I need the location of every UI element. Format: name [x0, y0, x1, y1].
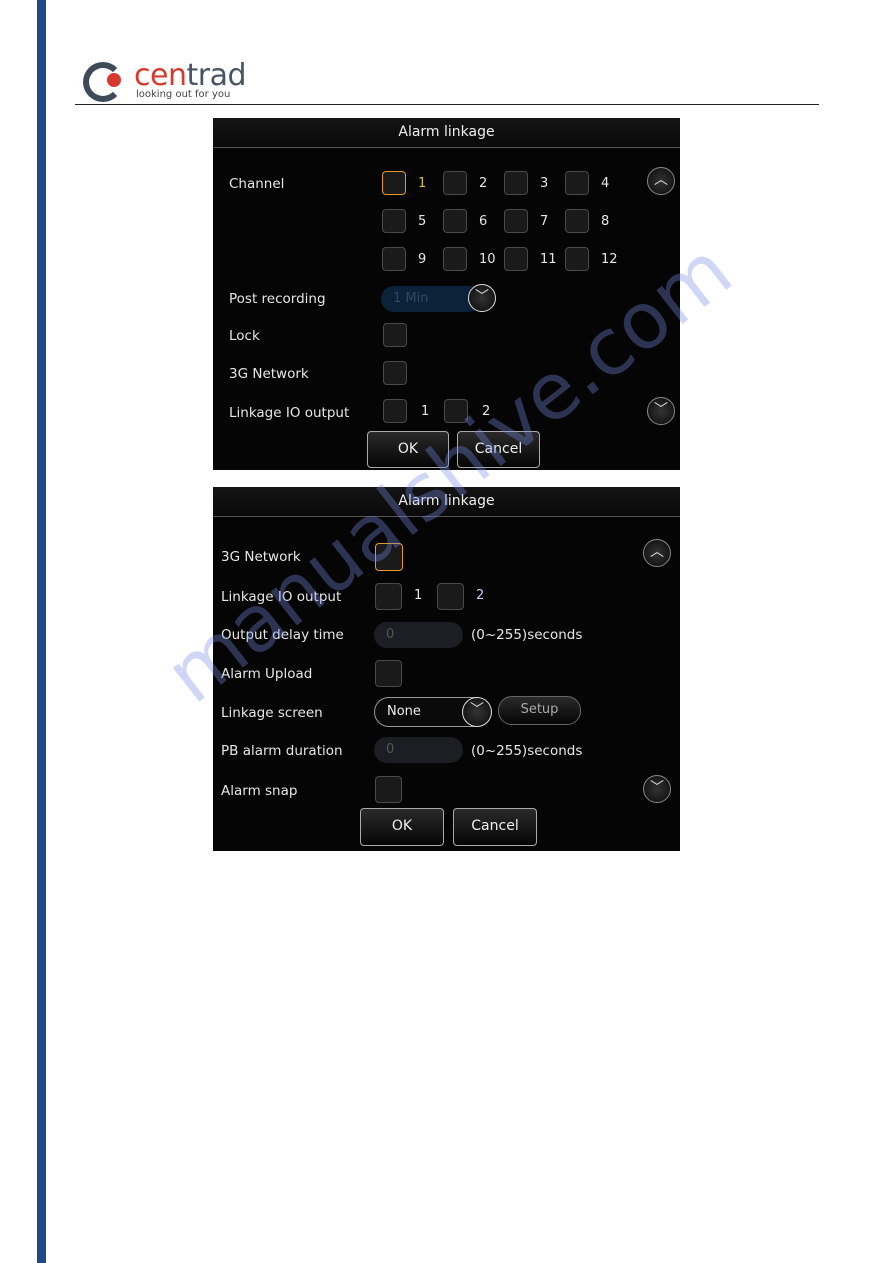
channel-5-checkbox[interactable]	[382, 209, 406, 233]
io-output-2-checkbox[interactable]	[437, 583, 464, 610]
linkage-screen-label: Linkage screen	[221, 705, 323, 721]
channel-10-checkbox[interactable]	[443, 247, 467, 271]
io-output-1-label: 1	[421, 404, 430, 419]
page-side-bar	[37, 0, 46, 1263]
pb-alarm-duration-input[interactable]: 0	[374, 737, 463, 763]
channel-3-label: 3	[540, 176, 549, 191]
channel-10-label: 10	[479, 252, 496, 267]
lock-checkbox[interactable]	[383, 323, 407, 347]
post-recording-select[interactable]: 1 Min	[381, 286, 481, 312]
channel-9-label: 9	[418, 252, 427, 267]
channel-12-checkbox[interactable]	[565, 247, 589, 271]
alarm-snap-label: Alarm snap	[221, 783, 298, 799]
channel-2-checkbox[interactable]	[443, 171, 467, 195]
io-output-2-label: 2	[476, 588, 485, 603]
dialog-title: Alarm linkage	[213, 118, 680, 148]
channel-2-label: 2	[479, 176, 488, 191]
channel-6-label: 6	[479, 214, 488, 229]
io-output-1-checkbox[interactable]	[375, 583, 402, 610]
channel-label: Channel	[229, 176, 285, 192]
3g-network-checkbox[interactable]	[383, 361, 407, 385]
alarm-snap-checkbox[interactable]	[375, 776, 402, 803]
output-delay-input[interactable]: 0	[374, 622, 463, 648]
channel-12-label: 12	[601, 252, 618, 267]
channel-4-label: 4	[601, 176, 610, 191]
channel-1-checkbox[interactable]	[382, 171, 406, 195]
output-delay-unit: (0~255)seconds	[471, 627, 583, 643]
chevron-down-icon[interactable]: ﹀	[462, 697, 492, 727]
ok-button[interactable]: OK	[360, 808, 444, 846]
logo-wordmark: centrad	[134, 58, 246, 93]
pb-alarm-duration-unit: (0~255)seconds	[471, 743, 583, 759]
io-output-1-checkbox[interactable]	[383, 399, 407, 423]
scroll-down-button[interactable]: ﹀	[643, 775, 671, 803]
channel-3-checkbox[interactable]	[504, 171, 528, 195]
channel-6-checkbox[interactable]	[443, 209, 467, 233]
cancel-button[interactable]: Cancel	[453, 808, 537, 846]
channel-4-checkbox[interactable]	[565, 171, 589, 195]
channel-11-checkbox[interactable]	[504, 247, 528, 271]
channel-9-checkbox[interactable]	[382, 247, 406, 271]
chevron-down-icon[interactable]: ﹀	[468, 284, 496, 312]
lock-label: Lock	[229, 328, 260, 344]
channel-1-label: 1	[418, 176, 427, 191]
pb-alarm-duration-label: PB alarm duration	[221, 743, 343, 759]
channel-8-label: 8	[601, 214, 610, 229]
scroll-up-button[interactable]: ︿	[647, 167, 675, 195]
3g-network-label: 3G Network	[229, 366, 309, 382]
header-rule	[75, 104, 819, 105]
logo-dot	[107, 73, 121, 87]
channel-11-label: 11	[540, 252, 557, 267]
scroll-down-button[interactable]: ﹀	[647, 397, 675, 425]
channel-5-label: 5	[418, 214, 427, 229]
setup-button[interactable]: Setup	[498, 696, 581, 725]
channel-7-checkbox[interactable]	[504, 209, 528, 233]
scroll-up-button[interactable]: ︿	[643, 539, 671, 567]
document-page: centrad looking out for you Alarm linkag…	[0, 0, 893, 1263]
post-recording-label: Post recording	[229, 291, 326, 307]
alarm-linkage-screen-2: Alarm linkage 3G Network ︿ Linkage IO ou…	[213, 487, 680, 851]
alarm-upload-checkbox[interactable]	[375, 660, 402, 687]
channel-7-label: 7	[540, 214, 549, 229]
io-output-1-label: 1	[414, 588, 423, 603]
logo-tagline: looking out for you	[136, 89, 231, 100]
linkage-io-label: Linkage IO output	[229, 405, 350, 421]
channel-8-checkbox[interactable]	[565, 209, 589, 233]
